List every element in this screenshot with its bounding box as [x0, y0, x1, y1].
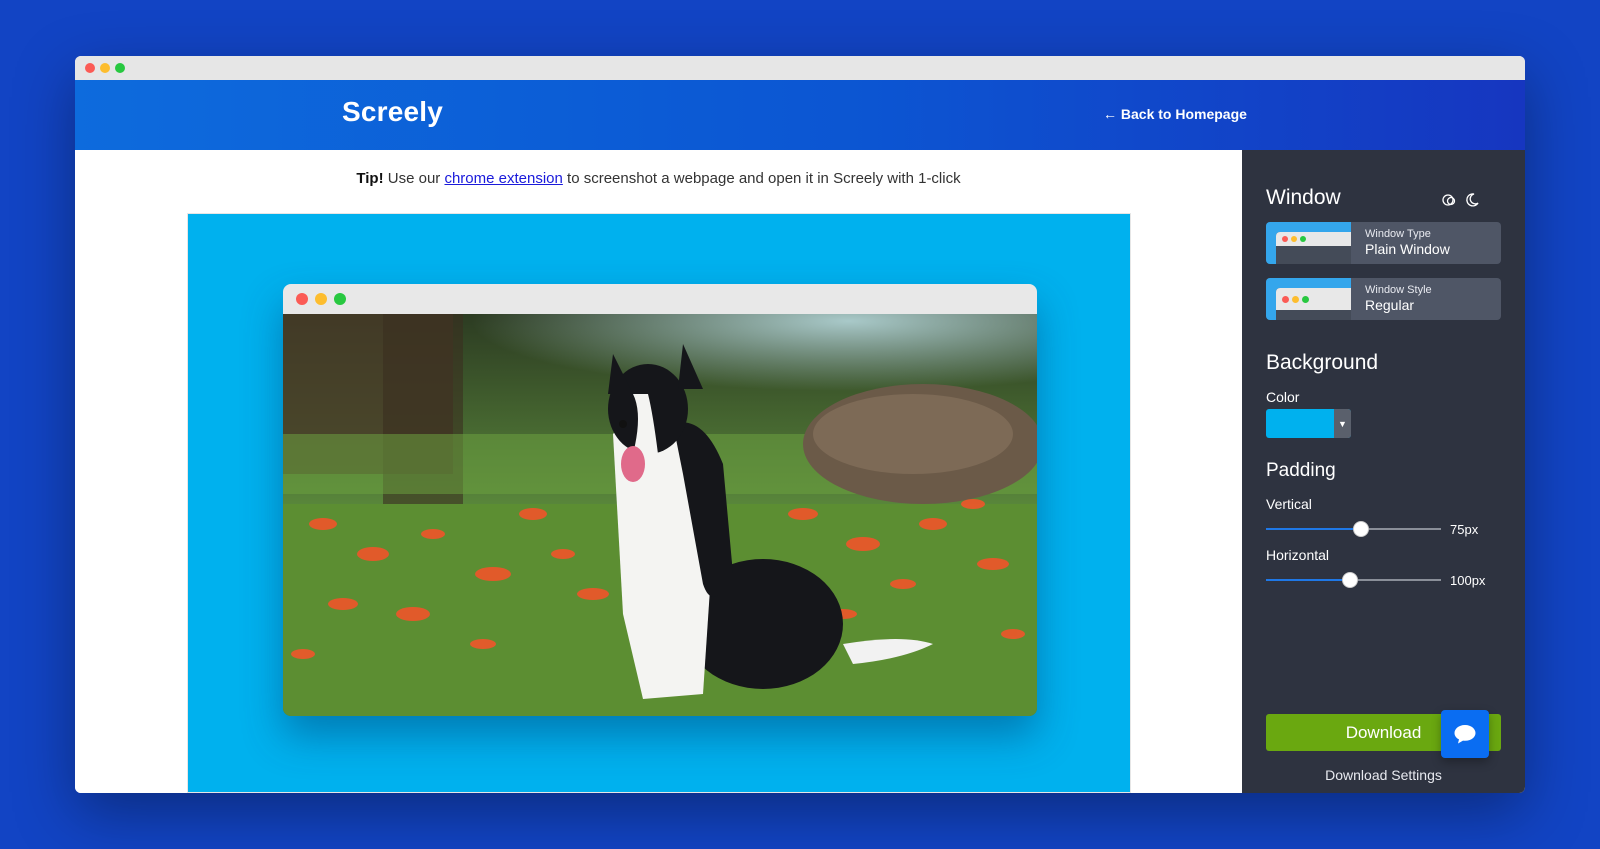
- brand-logo[interactable]: Screely: [342, 96, 443, 128]
- preview-close-dot-icon: [296, 293, 308, 305]
- dog-photo: [283, 314, 1037, 716]
- site-header: Screely ← Back to Homepage: [75, 80, 1525, 150]
- moon-icon[interactable]: [1464, 192, 1480, 208]
- window-style-value: Regular: [1365, 297, 1415, 313]
- vertical-padding-value: 75px: [1450, 522, 1479, 537]
- window-type-thumbnail: [1266, 222, 1351, 264]
- background-section-title: Background: [1266, 351, 1379, 374]
- padding-section-title: Padding: [1266, 460, 1336, 481]
- preview-window: [283, 284, 1037, 716]
- chat-bubble-icon: [1454, 725, 1476, 744]
- minimize-dot-icon[interactable]: [100, 63, 110, 73]
- chat-widget-button[interactable]: [1441, 710, 1489, 758]
- horizontal-label: Horizontal: [1266, 547, 1330, 563]
- settings-sidebar: Window Window Type Plain Window Window S…: [1242, 150, 1525, 793]
- window-style-label: Window Style: [1365, 284, 1432, 296]
- color-label: Color: [1266, 389, 1300, 405]
- vertical-padding-slider[interactable]: [1266, 521, 1441, 537]
- app-window: Screely ← Back to Homepage Tip! Use our …: [75, 56, 1525, 793]
- vertical-label: Vertical: [1266, 496, 1312, 512]
- maximize-dot-icon[interactable]: [115, 63, 125, 73]
- preview-titlebar: [283, 284, 1037, 314]
- window-type-label: Window Type: [1365, 228, 1431, 240]
- main-content: Tip! Use our chrome extension to screens…: [75, 150, 1242, 793]
- preview-minimize-dot-icon: [315, 293, 327, 305]
- download-settings-link[interactable]: Download Settings: [1242, 767, 1525, 783]
- preview-canvas: [187, 213, 1131, 793]
- preview-maximize-dot-icon: [334, 293, 346, 305]
- browser-titlebar: [75, 56, 1525, 80]
- slider-thumb[interactable]: [1342, 572, 1358, 588]
- chrome-extension-link[interactable]: chrome extension: [444, 170, 562, 187]
- dog-photo-illustration: [283, 314, 1037, 716]
- tip-label: Tip!: [356, 170, 384, 187]
- back-to-homepage-link[interactable]: ← Back to Homepage: [1103, 106, 1247, 122]
- tip-text-before: Use our: [387, 170, 441, 187]
- close-dot-icon[interactable]: [85, 63, 95, 73]
- horizontal-padding-slider[interactable]: [1266, 572, 1441, 588]
- tip-text-after: to screenshot a webpage and open it in S…: [567, 170, 961, 187]
- window-section-title: Window: [1266, 186, 1341, 209]
- slider-thumb[interactable]: [1353, 521, 1369, 537]
- theme-toggle-icon[interactable]: [1441, 192, 1457, 208]
- window-type-selector[interactable]: Window Type Plain Window: [1266, 222, 1501, 264]
- window-type-value: Plain Window: [1365, 241, 1450, 257]
- window-style-selector[interactable]: Window Style Regular: [1266, 278, 1501, 320]
- tip-banner: Tip! Use our chrome extension to screens…: [75, 170, 1242, 187]
- window-style-thumbnail: [1266, 278, 1351, 320]
- horizontal-padding-value: 100px: [1450, 573, 1486, 588]
- chevron-down-icon[interactable]: ▼: [1334, 409, 1351, 438]
- background-color-picker[interactable]: ▼: [1266, 409, 1351, 438]
